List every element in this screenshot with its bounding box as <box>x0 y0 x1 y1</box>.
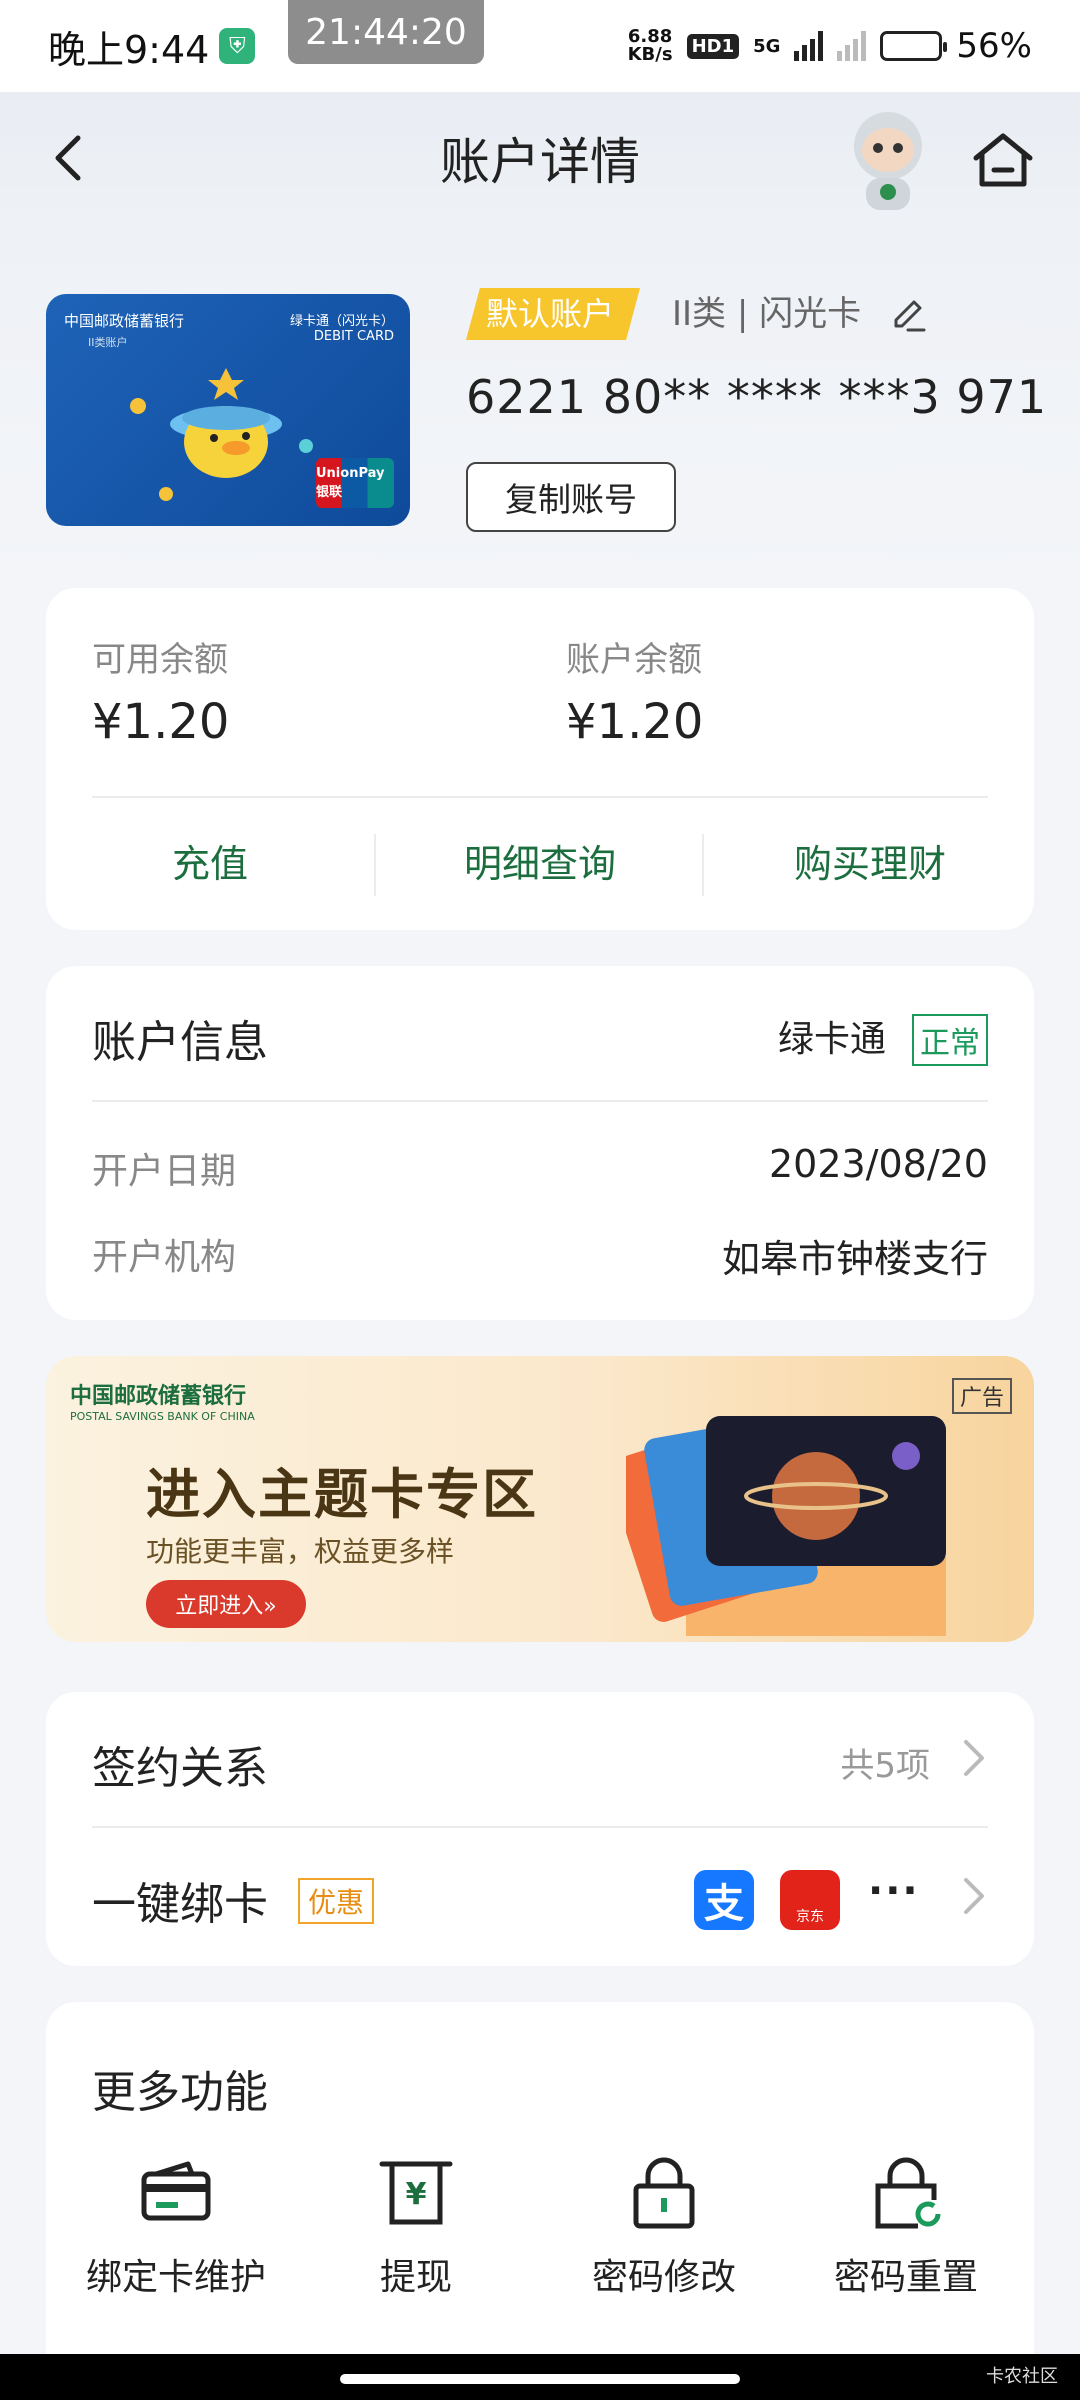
password-change-button[interactable]: 密码修改 <box>544 2152 784 2300</box>
hd-icon: HD1 <box>686 33 740 59</box>
balance-card: 可用余额 ¥1.20 账户余额 ¥1.20 充值 明细查询 购买理财 <box>46 588 1034 930</box>
bank-card-image[interactable]: 中国邮政储蓄银行 绿卡通（闪光卡） DEBIT CARD II类账户 Union… <box>46 294 410 526</box>
more-functions-title: 更多功能 <box>92 2067 268 2118</box>
sign-relation-row[interactable]: 签约关系 共5项 <box>46 1692 1034 1826</box>
func-label: 密码重置 <box>833 2257 978 2298</box>
status-time: 晚上9:44 <box>48 27 210 72</box>
banner-bank-logo: 中国邮政储蓄银行 POSTAL SAVINGS BANK OF CHINA <box>70 1378 255 1423</box>
account-balance-value: ¥1.20 <box>566 694 704 750</box>
network-type: 5G <box>753 35 781 57</box>
divider <box>92 1100 988 1102</box>
func-label: 提现 <box>379 2257 452 2298</box>
unionpay-logo: UnionPay 银联 <box>316 458 394 508</box>
promo-badge: 优惠 <box>298 1878 375 1924</box>
mascot-icon[interactable] <box>838 106 938 216</box>
home-icon[interactable] <box>970 128 1036 192</box>
home-gesture-handle[interactable] <box>340 2374 740 2384</box>
watermark: 卡农社区 <box>986 2366 1058 2387</box>
banner-title: 进入主题卡专区 <box>146 1463 538 1526</box>
theme-cards-illustration <box>626 1416 946 1636</box>
card-type-cn: 绿卡通（闪光卡） <box>289 314 394 329</box>
account-number: 6221 80** **** ***3 971 <box>466 370 1048 424</box>
svg-text:¥: ¥ <box>406 2177 427 2212</box>
password-reset-button[interactable]: 密码重置 <box>786 2152 1026 2300</box>
available-balance-label: 可用余额 <box>92 640 228 680</box>
account-type: 绿卡通 <box>777 1019 886 1060</box>
open-date-label: 开户日期 <box>92 1151 237 1192</box>
available-balance-value: ¥1.20 <box>92 694 230 750</box>
status-bar: 晚上9:44 ⛨ 21:44:20 6.88 KB/s HD1 5G 56% <box>0 0 1080 92</box>
edit-icon[interactable] <box>888 296 928 336</box>
copy-account-button[interactable]: 复制账号 <box>466 462 676 532</box>
account-summary: 中国邮政储蓄银行 绿卡通（闪光卡） DEBIT CARD II类账户 Union… <box>0 222 1080 582</box>
card-type-en: DEBIT CARD <box>313 329 394 344</box>
withdraw-icon: ¥ <box>379 2161 453 2225</box>
jd-icon: 京东 <box>780 1870 840 1930</box>
more-functions-card: 更多功能 绑定卡维护 ¥ 提现 密码修改 密码重置 <box>46 2002 1034 2400</box>
app-notification-icon: ⛨ <box>219 28 256 64</box>
chevron-right-icon <box>964 1878 984 1914</box>
detail-query-button[interactable]: 明细查询 <box>390 828 690 900</box>
account-info-title: 账户信息 <box>92 1017 268 1068</box>
status-badge: 正常 <box>912 1014 988 1066</box>
open-branch-value: 如皋市钟楼支行 <box>721 1237 988 1281</box>
divider <box>702 834 704 896</box>
func-label: 绑定卡维护 <box>85 2257 266 2298</box>
card-type: 绿卡通（闪光卡） DEBIT CARD <box>290 310 394 344</box>
divider <box>374 834 376 896</box>
banner-subtitle: 功能更丰富，权益更多样 <box>146 1535 455 1568</box>
recharge-button[interactable]: 充值 <box>60 828 360 900</box>
battery-percent: 56% <box>956 26 1032 66</box>
sign-relation-count: 共5项 <box>840 1746 930 1786</box>
lock-icon <box>633 2157 695 2229</box>
header: 账户详情 <box>0 92 1080 222</box>
bound-card-maintenance-button[interactable]: 绑定卡维护 <box>56 2152 296 2300</box>
duck-mascot-icon <box>130 368 313 501</box>
alipay-icon: 支 <box>694 1870 754 1930</box>
clock-overlay: 21:44:20 <box>288 0 484 64</box>
battery-icon <box>880 31 948 61</box>
card-bank-name: 中国邮政储蓄银行 <box>64 312 185 330</box>
open-branch-label: 开户机构 <box>92 1237 237 1278</box>
sign-relation-title: 签约关系 <box>92 1743 268 1794</box>
net-speed-unit: KB/s <box>627 44 673 65</box>
system-nav-bar: 卡农社区 <box>0 2354 1080 2400</box>
buy-wealth-button[interactable]: 购买理财 <box>720 828 1020 900</box>
card-icon <box>141 2161 211 2221</box>
account-balance-label: 账户余额 <box>566 640 702 680</box>
one-click-bind-row[interactable]: 一键绑卡 优惠 支 京东 ··· <box>46 1828 1034 1966</box>
divider <box>92 796 988 798</box>
net-speed: 6.88 KB/s <box>628 28 673 64</box>
contracts-card: 签约关系 共5项 一键绑卡 优惠 支 京东 ··· <box>46 1692 1034 1966</box>
chevron-right-icon <box>964 1740 984 1776</box>
more-icon: ··· <box>868 1868 920 1914</box>
enter-now-button[interactable]: 立即进入» <box>146 1580 306 1628</box>
func-label: 密码修改 <box>591 2257 736 2298</box>
account-info-card: 账户信息 绿卡通 正常 开户日期 2023/08/20 开户机构 如皋市钟楼支行 <box>46 966 1034 1320</box>
banner-logo-en: POSTAL SAVINGS BANK OF CHINA <box>70 1410 255 1423</box>
one-click-bind-title: 一键绑卡 <box>92 1879 268 1930</box>
theme-card-banner[interactable]: 中国邮政储蓄银行 POSTAL SAVINGS BANK OF CHINA 进入… <box>46 1356 1034 1642</box>
withdraw-button[interactable]: ¥ 提现 <box>296 2152 536 2300</box>
default-account-tag: 默认账户 <box>466 288 641 340</box>
card-sub: II类账户 <box>88 336 128 349</box>
signal-2-icon <box>837 31 867 61</box>
banner-logo-cn: 中国邮政储蓄银行 <box>70 1384 247 1409</box>
signal-icon <box>794 31 824 61</box>
lock-reset-icon <box>875 2157 941 2229</box>
account-class: II类 | 闪光卡 <box>672 294 862 334</box>
open-date-value: 2023/08/20 <box>768 1142 988 1186</box>
